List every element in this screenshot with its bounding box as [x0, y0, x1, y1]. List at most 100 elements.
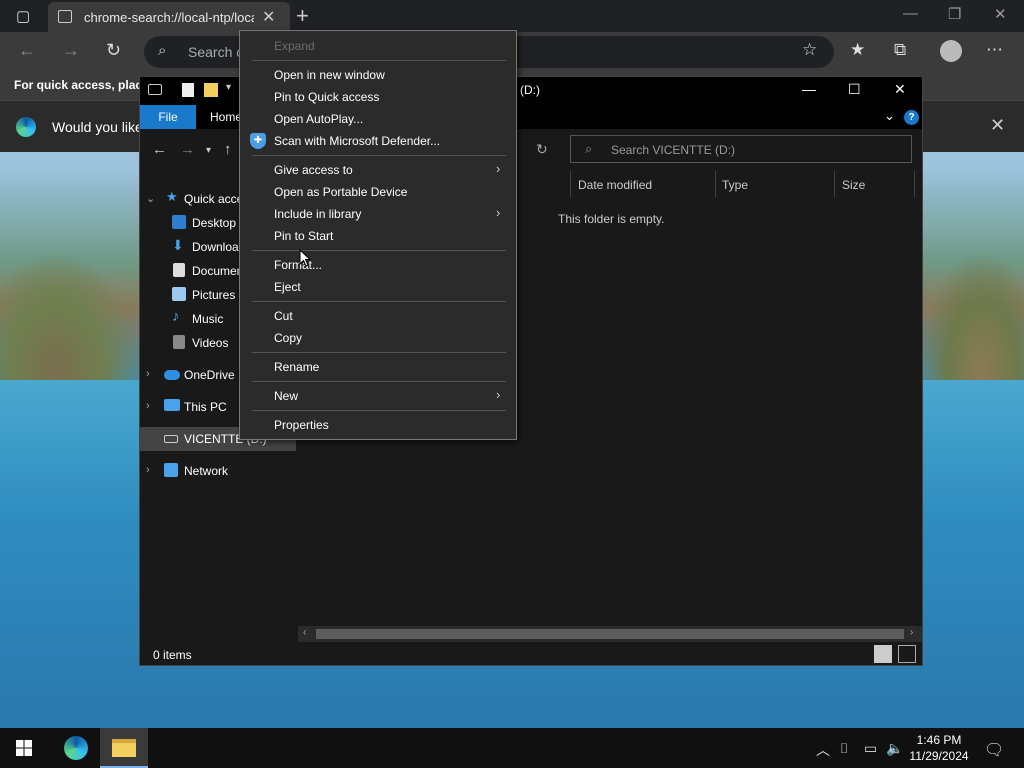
context-menu: Expand Open in new window Pin to Quick a… — [239, 30, 517, 440]
favorites-icon[interactable]: ★ — [850, 40, 865, 60]
status-bar: 0 items — [140, 643, 922, 665]
videos-icon — [173, 335, 185, 349]
properties-icon[interactable] — [182, 83, 194, 97]
close-icon[interactable]: ✕ — [990, 115, 1005, 136]
menu-item-open-new-window[interactable]: Open in new window — [240, 64, 516, 86]
tab-actions-icon[interactable]: ▢ — [16, 7, 30, 25]
submenu-arrow-icon: › — [496, 387, 501, 402]
menu-separator — [252, 381, 506, 382]
recent-locations-icon[interactable]: ▾ — [206, 145, 211, 156]
desktop-wallpaper-hill-left — [0, 250, 140, 400]
menu-item-rename[interactable]: Rename — [240, 356, 516, 378]
notifications-icon[interactable]: 🗨 — [984, 740, 1004, 760]
plus-icon[interactable]: + — [296, 3, 309, 29]
add-favorite-icon[interactable]: ☆ — [802, 40, 817, 60]
search-input[interactable]: ⌕ Search VICENTTE (D:) — [570, 135, 912, 163]
maximize-icon[interactable]: ☐ — [848, 81, 861, 98]
scrollbar-thumb[interactable] — [316, 629, 904, 639]
menu-item-new[interactable]: New › — [240, 385, 516, 407]
pc-icon — [164, 399, 180, 411]
menu-item-cut[interactable]: Cut — [240, 305, 516, 327]
windows-start-icon[interactable] — [16, 740, 32, 756]
volume-muted-icon[interactable]: 🔈 — [886, 740, 903, 757]
star-icon: ★ — [166, 189, 178, 204]
clock-time: 1:46 PM — [916, 733, 962, 747]
drive-icon — [148, 84, 162, 95]
tab-home[interactable]: Home — [210, 110, 242, 124]
collapsed-chevron-icon[interactable]: › — [146, 368, 150, 380]
back-icon[interactable]: ← — [18, 40, 36, 61]
column-date-modified[interactable]: Date modified — [578, 178, 652, 192]
menu-item-give-access[interactable]: Give access to › — [240, 159, 516, 181]
large-icons-view-icon[interactable] — [898, 645, 916, 663]
profile-avatar[interactable] — [940, 40, 962, 62]
menu-separator — [252, 301, 506, 302]
collections-icon[interactable]: ⧉ — [894, 40, 906, 60]
download-icon: ⬇ — [172, 237, 184, 253]
submenu-arrow-icon: › — [496, 205, 501, 220]
up-icon[interactable]: ↑ — [224, 141, 232, 158]
forward-icon[interactable]: → — [62, 40, 80, 61]
minimize-icon[interactable]: — — [903, 5, 918, 22]
system-clock[interactable]: 1:46 PM 11/29/2024 — [906, 732, 972, 764]
menu-item-properties[interactable]: Properties — [240, 414, 516, 436]
cloud-icon — [164, 370, 180, 380]
clock-date: 11/29/2024 — [909, 749, 969, 763]
back-icon[interactable]: ← — [152, 141, 167, 158]
menu-item-open-portable-device[interactable]: Open as Portable Device — [240, 181, 516, 203]
collapsed-chevron-icon[interactable]: › — [146, 464, 150, 476]
network-tray-icon[interactable]: ▭ — [864, 740, 877, 757]
customize-toolbar-icon[interactable]: ▾ — [226, 82, 231, 93]
shield-icon: ✚ — [250, 133, 266, 149]
collapsed-chevron-icon[interactable]: › — [146, 400, 150, 412]
empty-folder-message: This folder is empty. — [558, 212, 665, 226]
minimize-icon[interactable]: — — [802, 81, 816, 97]
menu-item-scan-defender[interactable]: ✚ Scan with Microsoft Defender... — [240, 130, 516, 152]
menu-item-pin-start[interactable]: Pin to Start — [240, 225, 516, 247]
taskbar-edge-button[interactable] — [52, 728, 100, 768]
nav-item-network[interactable]: › Network — [140, 459, 296, 483]
menu-item-copy[interactable]: Copy — [240, 327, 516, 349]
pictures-icon — [172, 287, 186, 301]
menu-separator — [252, 60, 506, 61]
tab-bar: ▢ chrome-search://local-ntp/local-ntp.ht… — [0, 0, 1024, 32]
column-type[interactable]: Type — [722, 178, 748, 192]
meet-now-icon[interactable]: ⌷ — [840, 740, 848, 757]
search-placeholder: Search VICENTTE (D:) — [611, 143, 736, 157]
refresh-icon[interactable]: ↻ — [106, 40, 121, 61]
column-size[interactable]: Size — [842, 178, 865, 192]
horizontal-scrollbar[interactable]: ‹ › — [298, 626, 922, 642]
submenu-arrow-icon: › — [496, 161, 501, 176]
drive-icon — [164, 435, 178, 443]
tab-file[interactable]: File — [140, 105, 196, 129]
menu-item-include-library[interactable]: Include in library › — [240, 203, 516, 225]
menu-item-expand: Expand — [274, 39, 315, 53]
forward-icon[interactable]: → — [180, 141, 195, 158]
menu-item-format[interactable]: Format... — [240, 254, 516, 276]
new-folder-icon[interactable] — [204, 83, 218, 97]
taskbar-file-explorer-button[interactable] — [100, 728, 148, 768]
menu-item-pin-quick-access[interactable]: Pin to Quick access — [240, 86, 516, 108]
browser-tab[interactable]: chrome-search://local-ntp/local-ntp.html… — [48, 2, 290, 32]
menu-item-eject[interactable]: Eject — [240, 276, 516, 298]
menu-separator — [252, 155, 506, 156]
help-icon[interactable]: ? — [904, 110, 919, 125]
document-icon — [173, 263, 185, 277]
restore-icon[interactable]: ❐ — [948, 5, 961, 23]
close-window-icon[interactable]: ✕ — [894, 81, 906, 98]
expand-ribbon-icon[interactable]: ⌄ — [884, 108, 895, 124]
scroll-right-icon[interactable]: › — [910, 627, 913, 638]
more-options-icon[interactable]: ⋯ — [986, 40, 1003, 60]
scroll-left-icon[interactable]: ‹ — [303, 627, 306, 638]
folder-icon — [112, 739, 136, 757]
show-hidden-icons-icon[interactable]: ︿ — [816, 740, 830, 760]
column-headers: Date modified Type Size — [570, 171, 922, 197]
refresh-icon[interactable]: ↻ — [536, 141, 548, 158]
details-view-icon[interactable] — [874, 645, 892, 663]
close-window-icon[interactable]: ✕ — [994, 5, 1007, 23]
menu-item-open-autoplay[interactable]: Open AutoPlay... — [240, 108, 516, 130]
close-tab-icon[interactable]: ✕ — [262, 7, 275, 27]
edge-logo-icon — [16, 117, 36, 137]
music-icon: ♪ — [172, 308, 180, 325]
expanded-chevron-icon[interactable]: ⌄ — [146, 192, 155, 205]
